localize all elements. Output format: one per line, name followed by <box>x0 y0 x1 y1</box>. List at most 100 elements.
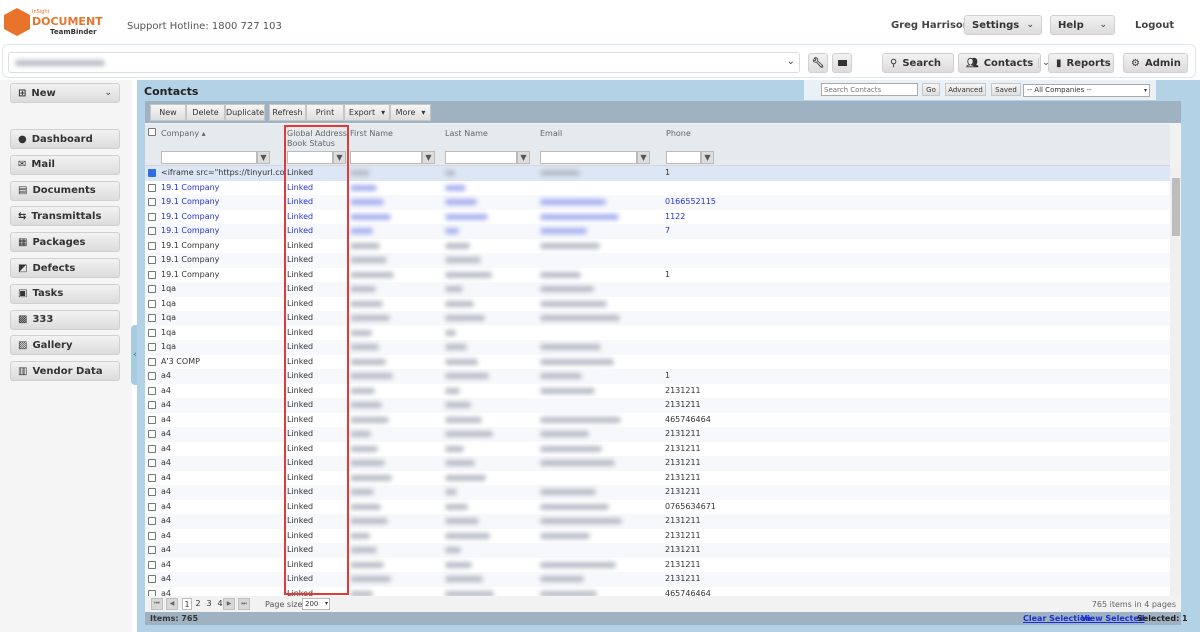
row-checkbox[interactable] <box>148 502 156 511</box>
delete-button[interactable]: Delete <box>186 104 225 121</box>
column-last-name[interactable]: Last Name <box>445 129 488 139</box>
filter-email-input[interactable] <box>540 151 637 164</box>
row-checkbox[interactable] <box>148 241 156 250</box>
last-page-button[interactable]: ⏭ <box>238 598 250 610</box>
row-checkbox[interactable] <box>148 198 156 206</box>
filter-icon[interactable]: ▼ <box>257 151 270 164</box>
row-checkbox[interactable] <box>148 299 156 308</box>
row-checkbox[interactable] <box>148 386 156 395</box>
page-1-button[interactable]: 1 <box>182 598 192 610</box>
column-email[interactable]: Email <box>540 129 562 139</box>
sidebar-item-333[interactable]: ▩ 333 <box>10 309 120 330</box>
new-contact-button[interactable]: New <box>150 104 186 121</box>
refresh-button[interactable]: Refresh <box>269 104 306 121</box>
row-checkbox[interactable] <box>148 343 156 351</box>
settings-button[interactable]: Settings ⌄ <box>964 15 1042 35</box>
more-button[interactable]: More ▾ <box>390 104 431 121</box>
column-first-name[interactable]: First Name <box>350 129 393 139</box>
row-checkbox[interactable] <box>148 401 156 409</box>
company-cell: 1qa <box>161 284 177 293</box>
column-phone[interactable]: Phone <box>666 129 691 139</box>
select-all-checkbox[interactable] <box>148 128 156 136</box>
logout-link[interactable]: Logout <box>1135 20 1174 31</box>
sidebar-item-label: 333 <box>32 314 54 326</box>
go-button[interactable]: Go <box>922 83 940 96</box>
video-button[interactable] <box>832 53 852 73</box>
page-2-button[interactable]: 2 <box>193 598 203 610</box>
row-checkbox[interactable] <box>148 517 156 525</box>
phone-cell: 2131211 <box>665 487 701 496</box>
page-3-button[interactable]: 3 <box>204 598 214 610</box>
filter-icon[interactable]: ▼ <box>701 151 714 164</box>
sidebar-item-mail[interactable]: ✉ Mail <box>10 154 120 175</box>
sidebar-item-tasks[interactable]: ▣ Tasks <box>10 283 120 304</box>
next-page-button[interactable]: ▶ <box>223 598 235 610</box>
email-cell <box>540 431 589 437</box>
new-button[interactable]: ⊞ New ⌄ <box>10 83 120 103</box>
page-size-select[interactable]: 200 ▾ <box>302 598 330 610</box>
sidebar-item-label: Defects <box>32 262 76 274</box>
row-checkbox[interactable] <box>148 415 156 424</box>
filter-icon[interactable]: ▼ <box>422 151 435 164</box>
last-name-cell <box>445 329 456 336</box>
contacts-button[interactable]: 👥︎ Contacts ⌄ <box>958 53 1050 73</box>
prev-page-button[interactable]: ◀ <box>166 598 178 610</box>
row-checkbox[interactable] <box>148 444 156 453</box>
email-cell <box>540 445 602 452</box>
row-checkbox[interactable] <box>148 459 156 467</box>
wrench-button[interactable]: 🔧︎ <box>808 53 828 73</box>
row-checkbox[interactable] <box>148 270 156 279</box>
scrollbar-thumb[interactable] <box>1172 178 1180 236</box>
admin-button[interactable]: ⚙ Admin <box>1123 53 1188 73</box>
email-cell <box>540 387 595 394</box>
row-checkbox[interactable] <box>148 227 156 235</box>
sidebar-item-gallery[interactable]: ▨ Gallery <box>10 335 120 356</box>
row-checkbox[interactable] <box>148 488 156 496</box>
reports-button[interactable]: ▮ Reports <box>1048 53 1114 73</box>
row-checkbox[interactable] <box>148 256 156 264</box>
filter-phone-input[interactable] <box>666 151 701 164</box>
filter-company-input[interactable] <box>161 151 257 164</box>
project-select[interactable]: ⌄ <box>8 52 800 73</box>
export-button[interactable]: Export ▾ <box>344 104 390 121</box>
sidebar-item-vendor-data[interactable]: ▥ Vendor Data <box>10 361 120 382</box>
advanced-button[interactable]: Advanced <box>945 83 986 96</box>
row-checkbox[interactable] <box>148 560 156 569</box>
filter-icon[interactable]: ▼ <box>517 151 530 164</box>
row-checkbox[interactable] <box>148 430 156 438</box>
row-checkbox[interactable] <box>148 546 156 554</box>
saved-button[interactable]: Saved <box>991 83 1021 96</box>
search-contacts-input[interactable] <box>821 83 918 96</box>
row-checkbox[interactable] <box>148 314 156 322</box>
row-checkbox[interactable] <box>148 357 156 366</box>
view-selected-link[interactable]: View Selected <box>1081 614 1144 623</box>
company-filter-select[interactable]: -- All Companies -- ▾ <box>1023 84 1150 97</box>
row-checkbox[interactable] <box>148 328 156 337</box>
row-checkbox[interactable] <box>148 473 156 482</box>
user-name[interactable]: Greg Harrison <box>891 20 970 31</box>
print-button[interactable]: Print <box>306 104 344 121</box>
row-checkbox[interactable] <box>148 285 156 293</box>
sidebar-item-transmittals[interactable]: ⇆ Transmittals <box>10 206 120 227</box>
email-cell <box>540 242 600 249</box>
column-company[interactable]: Company ▴ <box>161 129 206 139</box>
row-checkbox[interactable] <box>148 212 156 221</box>
row-checkbox[interactable] <box>148 183 156 192</box>
filter-last-name-input[interactable] <box>445 151 517 164</box>
first-page-button[interactable]: ⏮ <box>151 598 163 610</box>
sidebar-item-defects[interactable]: ◩ Defects <box>10 258 120 278</box>
help-button[interactable]: Help ⌄ <box>1050 15 1115 35</box>
search-button[interactable]: ⚲ Search <box>882 53 954 73</box>
filter-first-name-input[interactable] <box>350 151 422 164</box>
sidebar-item-documents[interactable]: ▤ Documents <box>10 180 120 201</box>
first-name-cell <box>350 416 389 423</box>
vertical-scrollbar[interactable] <box>1170 167 1181 595</box>
sidebar-item-packages[interactable]: ▦ Packages <box>10 232 120 253</box>
duplicate-button[interactable]: Duplicate <box>225 104 265 121</box>
row-checkbox[interactable] <box>148 169 156 177</box>
row-checkbox[interactable] <box>148 575 156 583</box>
row-checkbox[interactable] <box>148 372 156 380</box>
row-checkbox[interactable] <box>148 531 156 540</box>
filter-icon[interactable]: ▼ <box>637 151 650 164</box>
sidebar-item-dashboard[interactable]: ● Dashboard <box>10 129 120 149</box>
